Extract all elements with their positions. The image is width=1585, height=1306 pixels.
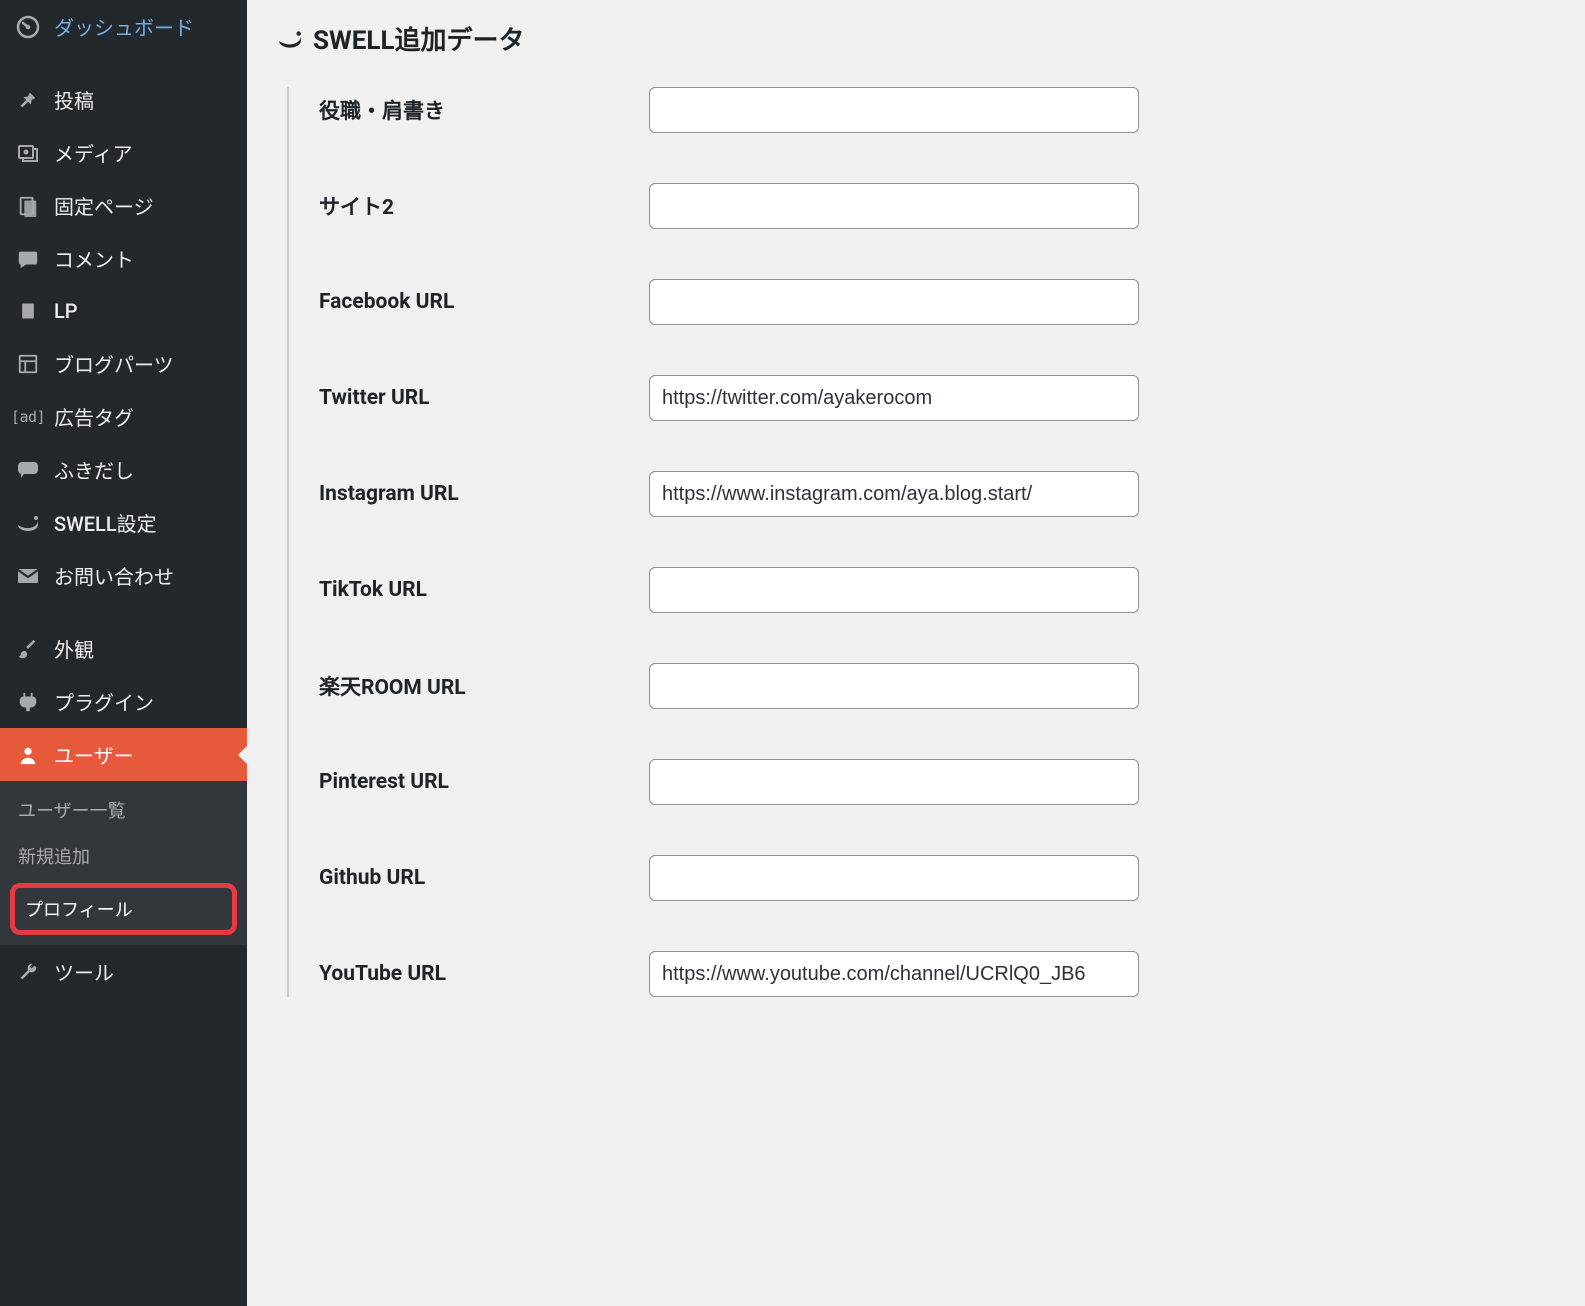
sidebar-item-adtag[interactable]: [ad] 広告タグ [0,390,247,443]
section-title: SWELL追加データ [277,20,1555,57]
field-label: 役職・肩書き [319,95,649,125]
sidebar-item-label: LP [54,299,78,323]
field-label: YouTube URL [319,962,649,986]
sidebar-item-label: 固定ページ [54,191,154,220]
field-instagram: Instagram URL [319,471,1555,517]
field-facebook: Facebook URL [319,279,1555,325]
form-area: 役職・肩書き サイト2 Facebook URL Twitter URL Ins… [287,87,1555,997]
field-pinterest: Pinterest URL [319,759,1555,805]
swell-logo-icon [277,26,303,52]
position-input[interactable] [649,87,1139,133]
pinterest-input[interactable] [649,759,1139,805]
submenu-item-profile[interactable]: プロフィール [10,883,237,935]
sidebar-item-plugins[interactable]: プラグイン [0,675,247,728]
ad-icon: [ad] [14,403,42,431]
sidebar-item-label: 外観 [54,634,94,663]
media-icon [14,139,42,167]
sidebar-submenu-users: ユーザー一覧 新規追加 プロフィール [0,781,247,945]
site2-input[interactable] [649,183,1139,229]
sidebar-item-posts[interactable]: 投稿 [0,73,247,126]
brush-icon [14,635,42,663]
sidebar-item-label: ダッシュボード [54,12,194,41]
comment-icon [14,245,42,273]
admin-sidebar: ダッシュボード 投稿 メディア 固定ページ コメント LP ブログパー [0,0,247,1306]
sidebar-item-label: 広告タグ [54,402,134,431]
sidebar-item-label: ブログパーツ [54,349,174,378]
sidebar-item-users[interactable]: ユーザー [0,728,247,781]
submenu-item-addnew[interactable]: 新規追加 [0,833,247,879]
field-label: Twitter URL [319,386,649,410]
sidebar-item-pages[interactable]: 固定ページ [0,179,247,232]
facebook-input[interactable] [649,279,1139,325]
github-input[interactable] [649,855,1139,901]
field-site2: サイト2 [319,183,1555,229]
user-icon [14,741,42,769]
sidebar-item-lp[interactable]: LP [0,285,247,337]
wrench-icon [14,958,42,986]
swell-icon [14,509,42,537]
sidebar-item-label: 投稿 [54,85,94,114]
sidebar-item-label: メディア [54,138,133,167]
youtube-input[interactable] [649,951,1139,997]
tiktok-input[interactable] [649,567,1139,613]
field-label: Github URL [319,866,649,890]
sidebar-item-label: ツール [54,957,114,986]
sidebar-item-fukidashi[interactable]: ふきだし [0,443,247,496]
sidebar-item-tools[interactable]: ツール [0,945,247,998]
sidebar-item-label: ユーザー [54,740,134,769]
sidebar-item-label: SWELL設定 [54,508,157,537]
pin-icon [14,86,42,114]
sidebar-item-label: コメント [54,244,134,273]
field-twitter: Twitter URL [319,375,1555,421]
sidebar-item-label: お問い合わせ [54,561,174,590]
field-label: Pinterest URL [319,770,649,794]
field-label: TikTok URL [319,578,649,602]
mail-icon [14,562,42,590]
sidebar-item-dashboard[interactable]: ダッシュボード [0,0,247,53]
field-github: Github URL [319,855,1555,901]
sidebar-item-swell[interactable]: SWELL設定 [0,496,247,549]
plug-icon [14,688,42,716]
field-youtube: YouTube URL [319,951,1555,997]
doc-icon [14,297,42,325]
sidebar-item-comments[interactable]: コメント [0,232,247,285]
speech-icon [14,456,42,484]
rakuten-input[interactable] [649,663,1139,709]
field-tiktok: TikTok URL [319,567,1555,613]
sidebar-item-label: ふきだし [54,455,134,484]
sidebar-item-label: プラグイン [54,687,154,716]
sidebar-item-media[interactable]: メディア [0,126,247,179]
field-label: サイト2 [319,191,649,221]
dashboard-icon [14,13,42,41]
field-rakuten: 楽天ROOM URL [319,663,1555,709]
section-title-text: SWELL追加データ [313,20,525,57]
instagram-input[interactable] [649,471,1139,517]
sidebar-item-blogparts[interactable]: ブログパーツ [0,337,247,390]
field-label: Facebook URL [319,290,649,314]
submenu-item-userlist[interactable]: ユーザー一覧 [0,787,247,833]
twitter-input[interactable] [649,375,1139,421]
grid-icon [14,350,42,378]
main-content: SWELL追加データ 役職・肩書き サイト2 Facebook URL Twit… [247,0,1585,1306]
field-position: 役職・肩書き [319,87,1555,133]
sidebar-item-appearance[interactable]: 外観 [0,622,247,675]
field-label: 楽天ROOM URL [319,671,649,701]
field-label: Instagram URL [319,482,649,506]
sidebar-item-contact[interactable]: お問い合わせ [0,549,247,602]
pages-icon [14,192,42,220]
